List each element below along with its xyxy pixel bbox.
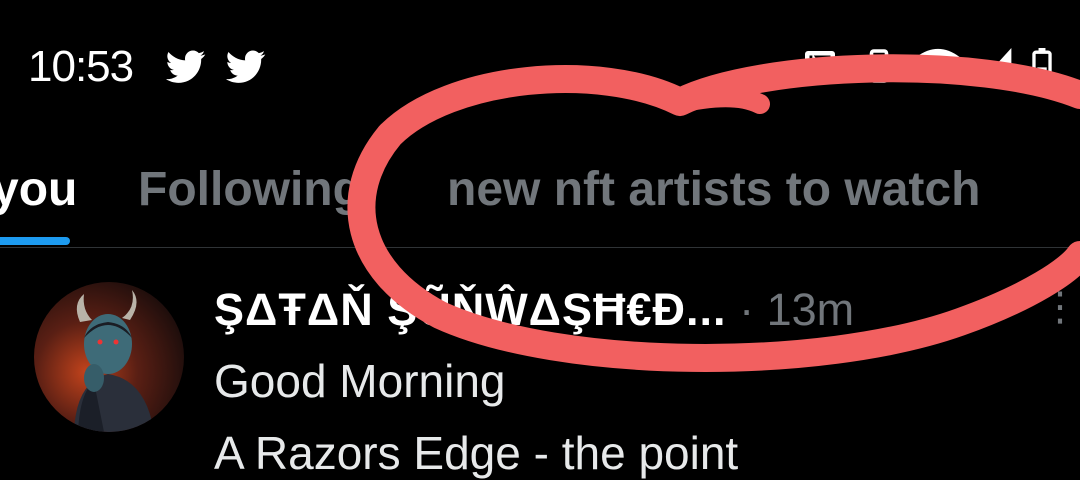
cell-signal-icon	[978, 48, 1012, 84]
status-bar: 10:53	[0, 0, 1080, 130]
wifi-icon	[916, 48, 960, 83]
twitter-bird-icon	[166, 50, 206, 83]
tweet[interactable]: ŞΔŦΔŇ ŞŨŇŴΔŞĦ€Đ... · 13m ⋮ Good Morning …	[0, 248, 1080, 479]
timeline-tabs: you Following new nft artists to watch	[0, 140, 1080, 248]
tweet-text-line: A Razors Edge - the point	[214, 427, 739, 479]
avatar[interactable]	[34, 282, 184, 432]
status-time: 10:53	[28, 42, 134, 91]
tweet-timestamp[interactable]: 13m	[767, 284, 855, 335]
nfc-icon	[805, 51, 835, 81]
tab-for-you[interactable]: you	[0, 162, 77, 217]
more-options-icon[interactable]: ⋮	[1040, 284, 1080, 330]
author-name[interactable]: ŞΔŦΔŇ ŞŨŇŴΔŞĦ€Đ...	[214, 284, 727, 335]
tweet-header: ŞΔŦΔŇ ŞŨŇŴΔŞĦ€Đ... · 13m	[214, 284, 854, 336]
tweet-text-line: Good Morning	[214, 355, 506, 407]
avatar-image	[34, 282, 184, 432]
separator-dot: ·	[726, 284, 767, 335]
battery-icon	[1032, 48, 1052, 84]
tab-following[interactable]: Following	[138, 162, 362, 217]
vibrate-icon	[858, 49, 900, 83]
active-tab-indicator	[0, 237, 70, 245]
twitter-bird-icon	[226, 50, 266, 83]
tab-list-new-nft-artists[interactable]: new nft artists to watch	[447, 162, 980, 217]
